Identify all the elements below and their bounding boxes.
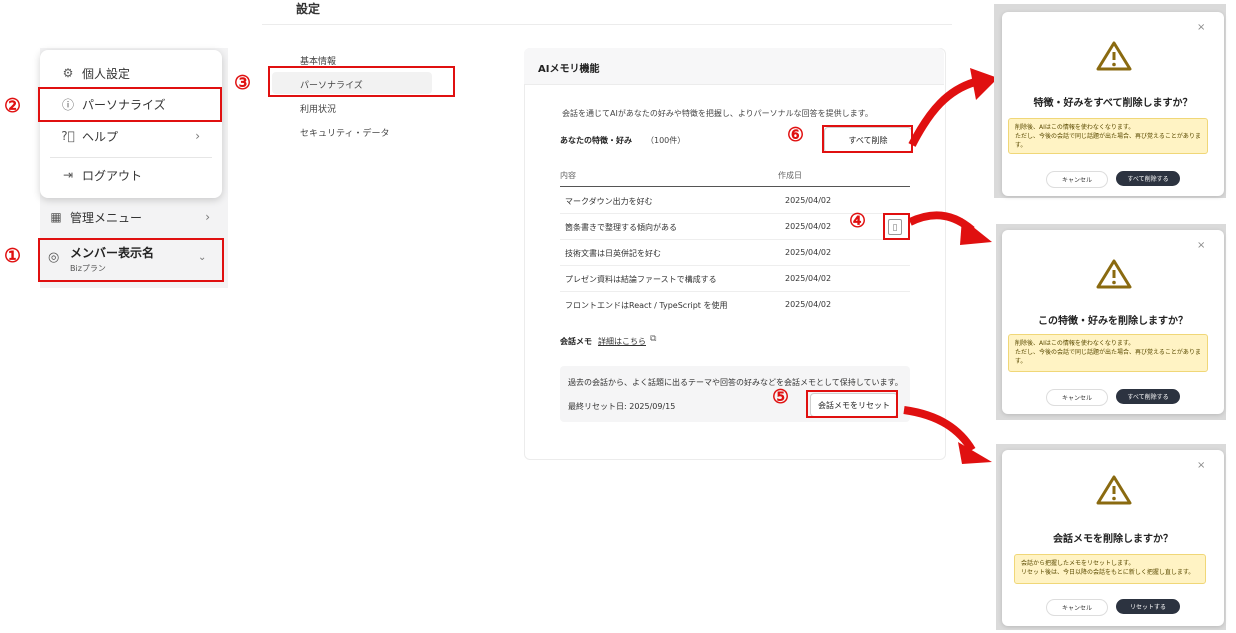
cancel-button[interactable]: キャンセル (1046, 599, 1108, 616)
gear-icon: ⚙ (62, 66, 74, 80)
warning-icon (1096, 259, 1132, 289)
header-divider (262, 24, 952, 25)
arrow-head-3 (958, 442, 992, 464)
annotation-5: ⑤ (772, 386, 790, 408)
menu-divider (50, 157, 212, 158)
subnav-security-data[interactable]: セキュリティ・データ (300, 126, 389, 139)
highlight-box-1 (38, 238, 224, 282)
menu-item-logout[interactable]: ⇥ ログアウト (40, 162, 222, 188)
memo-description: 過去の会話から、よく話題に出るテーマや回答の好みなどを会話メモとして保持していま… (568, 378, 903, 387)
confirm-delete-item-dialog: × この特徴・好みを削除しますか？ 削除後、AIはこの情報を使わなくなります。 … (1002, 230, 1224, 414)
warning-message: 会話から把握したメモをリセットします。 リセット後は、今日以降の会話をもとに新し… (1014, 554, 1206, 584)
account-menu: ⚙ 個人設定 ⓘ パーソナライズ ?⃝ ヘルプ › ⇥ ログアウト (40, 50, 222, 198)
warning-icon (1096, 41, 1132, 71)
panel-description: 会話を通じてAIがあなたの好みや特徴を把握し、よりパーソナルな回答を提供します。 (562, 109, 873, 118)
logout-icon: ⇥ (62, 168, 74, 182)
dialog-title: 会話メモを削除しますか？ (1053, 534, 1173, 545)
highlight-box-5 (806, 390, 898, 418)
table-row: 技術文書は日英併記を好む 2025/04/02 (560, 239, 910, 266)
confirm-delete-item-button[interactable]: すべて削除する (1116, 389, 1180, 404)
last-reset-date: 最終リセット日: 2025/09/15 (568, 402, 676, 411)
settings-title: 設定 (296, 2, 321, 16)
traits-heading: あなたの特徴・好み (560, 136, 632, 145)
chevron-right-icon: › (195, 129, 200, 143)
menu-item-personal-settings[interactable]: ⚙ 個人設定 (40, 60, 222, 86)
panel-title: AIメモリ機能 (538, 64, 600, 75)
confirm-reset-button[interactable]: リセットする (1116, 599, 1180, 614)
annotation-1: ① (4, 245, 22, 267)
help-icon: ?⃝ (61, 129, 75, 143)
admin-icon: ▦ (50, 210, 62, 224)
cancel-button[interactable]: キャンセル (1046, 389, 1108, 406)
col-header-created: 作成日 (778, 171, 802, 180)
chevron-right-icon: › (205, 210, 210, 224)
confirm-reset-memo-dialog: × 会話メモを削除しますか？ 会話から把握したメモをリセットします。 リセット後… (1002, 450, 1224, 626)
table-row: プレゼン資料は結論ファーストで構成する 2025/04/02 (560, 265, 910, 292)
memo-heading: 会話メモ (560, 337, 592, 346)
arrow-to-dialog-3 (903, 406, 976, 453)
dialog-title: 特徴・好みをすべて削除しますか？ (1033, 98, 1193, 109)
menu-item-help[interactable]: ?⃝ ヘルプ › (40, 123, 222, 149)
table-row: フロントエンドはReact / TypeScript を使用 2025/04/0… (565, 300, 832, 310)
arrow-to-dialog-1 (908, 78, 977, 147)
col-header-content: 内容 (560, 171, 576, 180)
subnav-usage[interactable]: 利用状況 (300, 102, 336, 115)
arrow-head-2 (960, 218, 992, 245)
highlight-box-3 (268, 66, 455, 97)
annotation-4: ④ (849, 210, 867, 232)
close-icon[interactable]: × (1197, 460, 1205, 471)
sidebar-item-admin-menu[interactable]: ▦ 管理メニュー › (40, 204, 228, 230)
warning-message: 削除後、AIはこの情報を使わなくなります。 ただし、今後の会話で同じ話題が出た場… (1008, 118, 1208, 154)
warning-message: 削除後、AIはこの情報を使わなくなります。 ただし、今後の会話で同じ話題が出た場… (1008, 334, 1208, 372)
close-icon[interactable]: × (1197, 240, 1205, 251)
external-link-icon[interactable]: ⧉ (650, 334, 656, 344)
memo-details-link[interactable]: 詳細はこちら (598, 336, 646, 347)
confirm-delete-all-button[interactable]: すべて削除する (1116, 171, 1180, 186)
cancel-button[interactable]: キャンセル (1046, 171, 1108, 188)
traits-count: （100件） (646, 136, 686, 145)
warning-icon (1096, 475, 1132, 505)
dialog-title: この特徴・好みを削除しますか？ (1038, 316, 1188, 327)
annotation-3: ③ (234, 72, 252, 94)
confirm-delete-all-dialog: × 特徴・好みをすべて削除しますか？ 削除後、AIはこの情報を使わなくなります。… (1002, 12, 1224, 196)
annotation-2: ② (4, 95, 22, 117)
close-icon[interactable]: × (1197, 22, 1205, 33)
highlight-box-2 (38, 87, 222, 122)
annotation-6: ⑥ (787, 124, 805, 146)
